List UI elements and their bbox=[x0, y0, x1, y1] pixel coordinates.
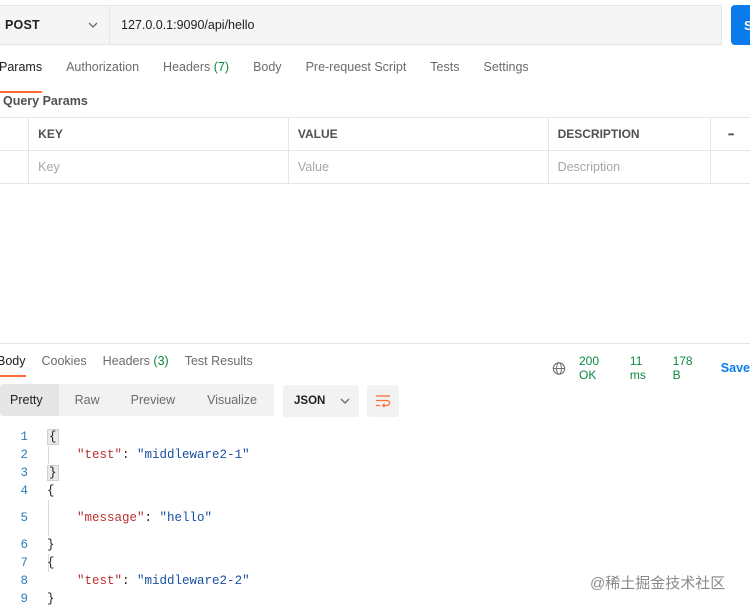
json-value: "middleware2-1" bbox=[137, 448, 250, 462]
query-params-table: KEY VALUE DESCRIPTION ••• Key Value Desc… bbox=[0, 117, 750, 184]
globe-icon[interactable] bbox=[552, 361, 566, 376]
send-button[interactable]: S bbox=[731, 5, 750, 45]
matched-bracket: { bbox=[47, 429, 59, 445]
line-number: 1 bbox=[20, 430, 28, 444]
code-line: 3 } bbox=[0, 464, 750, 482]
code-text: } bbox=[47, 592, 55, 606]
chevron-down-icon bbox=[88, 22, 98, 28]
value-input[interactable]: Value bbox=[289, 151, 549, 183]
json-key: "message" bbox=[77, 511, 145, 525]
description-input[interactable]: Description bbox=[549, 151, 712, 183]
save-response-button[interactable]: Save bbox=[721, 361, 750, 375]
line-number: 9 bbox=[20, 592, 28, 606]
query-params-title: Query Params bbox=[3, 94, 88, 108]
view-mode-visualize[interactable]: Visualize bbox=[207, 384, 257, 416]
code-text: { bbox=[47, 484, 55, 498]
table-row: Key Value Description bbox=[0, 151, 750, 184]
line-number: 4 bbox=[20, 484, 28, 498]
tab-tests[interactable]: Tests bbox=[430, 60, 459, 86]
json-key: "test" bbox=[77, 448, 123, 462]
json-value: "middleware2-2" bbox=[137, 574, 250, 588]
checkbox-column-header bbox=[0, 118, 30, 150]
response-status-bar: 200 OK 11 ms 178 B Save bbox=[552, 354, 750, 382]
code-line: 5 "message": "hello" bbox=[0, 500, 750, 536]
format-select[interactable]: JSON bbox=[283, 385, 359, 417]
tab-authorization[interactable]: Authorization bbox=[66, 60, 139, 86]
request-bar: POST 127.0.0.1:9090/api/hello bbox=[0, 5, 722, 45]
code-line: 2 "test": "middleware2-1" bbox=[0, 446, 750, 464]
view-mode-toggle: Pretty Raw Preview Visualize bbox=[0, 384, 274, 416]
table-header-row: KEY VALUE DESCRIPTION ••• bbox=[0, 118, 750, 151]
code-line: 1 { bbox=[0, 428, 750, 446]
row-checkbox-cell bbox=[0, 151, 30, 183]
watermark: @稀土掘金技术社区 bbox=[590, 575, 726, 592]
format-label: JSON bbox=[294, 395, 326, 407]
code-line: 7 { bbox=[0, 554, 750, 572]
code-text: } bbox=[47, 538, 55, 552]
json-key: "test" bbox=[77, 574, 123, 588]
line-number: 8 bbox=[20, 574, 28, 588]
view-mode-raw[interactable]: Raw bbox=[75, 384, 100, 416]
response-headers-count: (3) bbox=[153, 354, 169, 368]
tab-params[interactable]: Params bbox=[0, 60, 43, 93]
view-mode-pretty[interactable]: Pretty bbox=[0, 384, 59, 416]
tab-settings[interactable]: Settings bbox=[483, 60, 528, 86]
code-line: 4 { bbox=[0, 482, 750, 500]
line-number: 7 bbox=[20, 556, 28, 570]
chevron-down-icon bbox=[340, 398, 350, 404]
column-header-description: DESCRIPTION bbox=[549, 118, 712, 150]
headers-count: (7) bbox=[213, 60, 230, 74]
line-number: 5 bbox=[20, 511, 28, 525]
wrap-lines-button[interactable] bbox=[367, 385, 399, 417]
json-value: "hello" bbox=[159, 511, 213, 525]
status-code[interactable]: 200 OK bbox=[579, 354, 617, 382]
code-line: 6 } bbox=[0, 536, 750, 554]
response-time[interactable]: 11 ms bbox=[630, 354, 660, 382]
row-end-cell bbox=[711, 151, 750, 183]
tab-cookies[interactable]: Cookies bbox=[42, 354, 87, 368]
method-label: POST bbox=[5, 18, 40, 32]
line-number: 3 bbox=[20, 466, 28, 480]
column-header-value: VALUE bbox=[289, 118, 549, 150]
pane-divider[interactable] bbox=[0, 343, 750, 344]
tab-response-headers[interactable]: Headers (3) bbox=[103, 354, 169, 368]
request-tabs: Params Authorization Headers (7) Body Pr… bbox=[0, 60, 553, 93]
response-size[interactable]: 178 B bbox=[673, 354, 702, 382]
line-number: 6 bbox=[20, 538, 28, 552]
tab-pre-request-script[interactable]: Pre-request Script bbox=[306, 60, 407, 86]
response-tabs: Body Cookies Headers (3) Test Results bbox=[0, 354, 269, 377]
url-input[interactable]: 127.0.0.1:9090/api/hello bbox=[110, 18, 254, 32]
tab-response-body[interactable]: Body bbox=[0, 354, 26, 377]
column-header-key: KEY bbox=[29, 118, 289, 150]
line-number: 2 bbox=[20, 448, 28, 462]
tab-test-results[interactable]: Test Results bbox=[185, 354, 253, 368]
method-select[interactable]: POST bbox=[0, 6, 110, 44]
code-text: { bbox=[47, 556, 55, 570]
wrap-lines-icon bbox=[376, 395, 391, 408]
tab-body[interactable]: Body bbox=[253, 60, 282, 86]
matched-bracket: } bbox=[47, 465, 59, 481]
key-input[interactable]: Key bbox=[29, 151, 289, 183]
more-options-button[interactable]: ••• bbox=[711, 118, 750, 150]
view-mode-preview[interactable]: Preview bbox=[131, 384, 175, 416]
tab-headers[interactable]: Headers (7) bbox=[163, 60, 229, 86]
